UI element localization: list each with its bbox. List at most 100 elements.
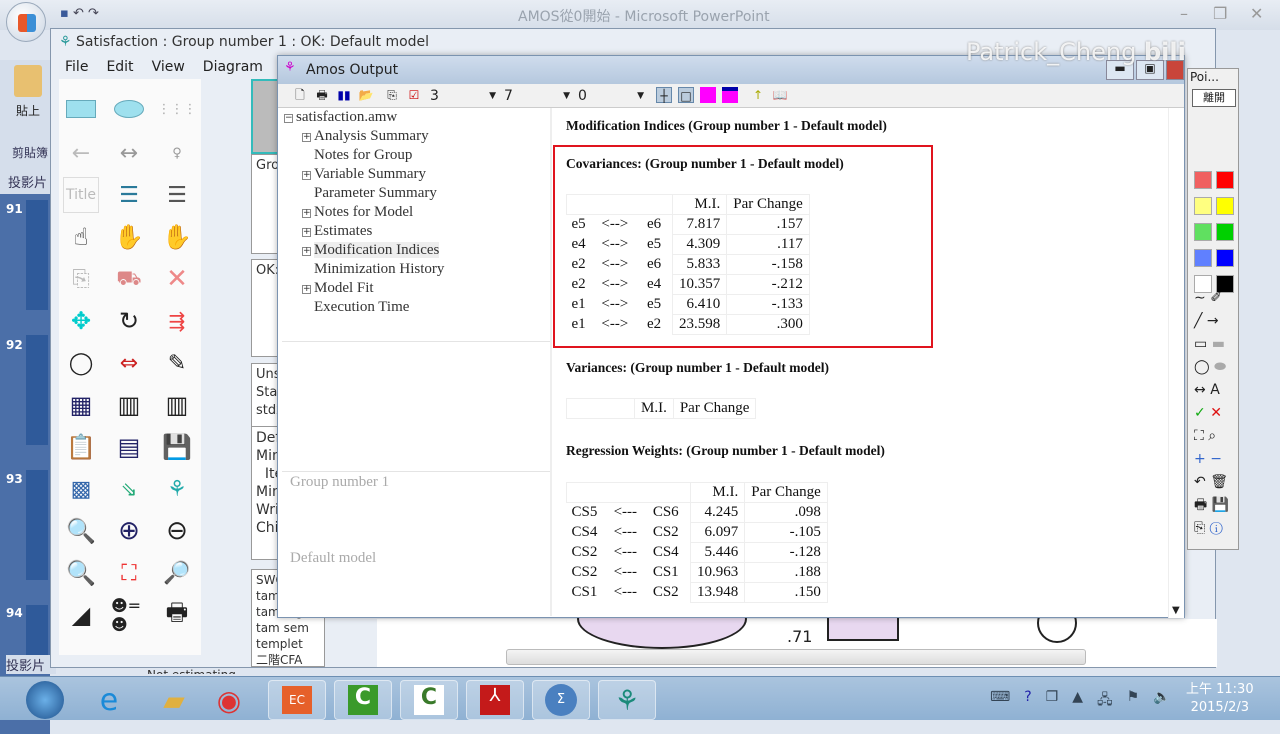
book-icon[interactable]: ▮▮ (336, 87, 352, 103)
save-icon[interactable]: 💾 (1212, 497, 1229, 513)
covariance-icon[interactable]: ↔ (111, 135, 147, 171)
start-button[interactable] (20, 680, 70, 720)
slides-tab-bottom[interactable]: 投影片 (6, 655, 56, 674)
deselect-icon[interactable]: ✋ (159, 219, 195, 255)
menu-view[interactable]: View (152, 59, 185, 75)
tree-item[interactable]: + Analysis Summary (284, 127, 550, 146)
table-color-icon[interactable] (722, 87, 738, 103)
plus-icon[interactable]: + (1194, 451, 1206, 467)
file-item[interactable]: 二階CFA (256, 652, 320, 666)
save-diagram-icon[interactable]: 💾 (159, 429, 195, 465)
copy-icon[interactable]: ⎘ (384, 87, 400, 103)
header-color-icon[interactable] (700, 87, 716, 103)
ink-color-swatch[interactable] (1194, 249, 1212, 267)
save-icon[interactable]: ▪ (60, 6, 69, 21)
duplicate-icon[interactable]: ⎘ (63, 261, 99, 297)
scroll-down-icon[interactable]: ▼ (1172, 605, 1180, 616)
multiple-group-icon[interactable]: ☻=☻ (111, 596, 147, 634)
ink-color-swatch[interactable] (1194, 171, 1212, 189)
move-icon[interactable]: ⛟ (111, 261, 147, 297)
bayesian-icon[interactable]: ◢ (63, 597, 99, 633)
line-icon[interactable]: ╱ (1194, 313, 1202, 329)
network-icon[interactable]: 🖧 (1097, 689, 1113, 713)
print-icon[interactable]: 🖶 (1194, 497, 1207, 513)
column-spacing-combo[interactable]: 0 ▼ (578, 86, 648, 106)
camtasia-icon[interactable]: C (334, 680, 392, 720)
window-icon[interactable]: ❐ (1046, 689, 1059, 713)
tree-item[interactable]: Minimization History (284, 260, 550, 279)
text-icon[interactable]: A (1210, 382, 1220, 398)
tree-root[interactable]: − satisfaction.amw (284, 108, 550, 127)
calculate-estimates-icon[interactable]: ▥ (159, 387, 195, 423)
decimals-combo[interactable]: 3 ▼ (430, 86, 500, 106)
view-text-icon[interactable]: ▤ (111, 429, 147, 465)
path-icon[interactable]: ← (63, 135, 99, 171)
zoom-in-icon[interactable]: ⊕ (111, 513, 147, 549)
ellipse-icon[interactable]: ◯ (1194, 359, 1210, 375)
file-item[interactable]: tam sem (256, 620, 320, 636)
ink-color-swatch[interactable] (1216, 223, 1234, 241)
check-icon[interactable]: ✓ (1194, 405, 1206, 421)
data-files-icon[interactable]: ▦ (63, 387, 99, 423)
volume-icon[interactable]: 🔈 (1153, 689, 1170, 713)
list-variables-icon[interactable]: ☰ (111, 177, 147, 213)
crop-icon[interactable]: ⛶ (1194, 428, 1204, 444)
loupe-icon[interactable]: 🔎 (159, 555, 195, 591)
copy-clipboard-icon[interactable]: 📋 (63, 429, 99, 465)
slides-tab[interactable]: 投影片 (8, 172, 47, 191)
drag-properties-icon[interactable]: ⇘ (111, 471, 147, 507)
rectangle-icon[interactable]: ▭ (1194, 336, 1207, 352)
object-properties-icon[interactable]: ▩ (63, 471, 99, 507)
draw-observed-icon[interactable] (63, 91, 99, 127)
draw-indicator-icon[interactable]: ⋮⋮⋮ (158, 91, 197, 127)
undo-icon[interactable]: ↶ (73, 6, 84, 21)
filled-rectangle-icon[interactable]: ▬ (1212, 336, 1225, 352)
zoom-page-icon[interactable]: 🔍 (63, 555, 99, 591)
chrome-icon[interactable]: ◉ (200, 680, 258, 720)
print-icon[interactable]: 🖶 (159, 597, 195, 633)
select-all-icon[interactable]: ✋ (111, 219, 147, 255)
tree-item-selected[interactable]: + Modification Indices (284, 241, 550, 260)
fit-page-icon[interactable]: ⛶ (111, 555, 147, 591)
open-icon[interactable]: 📂 (358, 87, 374, 103)
print-icon[interactable]: 🖶 (314, 87, 330, 103)
redo-icon[interactable]: ↷ (88, 6, 99, 21)
ink-color-swatch[interactable] (1216, 197, 1234, 215)
filled-ellipse-icon[interactable]: ⬬ (1214, 359, 1226, 375)
freehand-icon[interactable]: ∼ (1194, 290, 1206, 306)
paste-icon[interactable] (14, 65, 42, 97)
minus-icon[interactable]: − (1210, 451, 1222, 467)
tree-item[interactable]: + Estimates (284, 222, 550, 241)
options-icon[interactable]: ☑ (406, 87, 422, 103)
acrobat-icon[interactable]: ⅄ (466, 680, 524, 720)
model-selector[interactable]: Default model (290, 550, 376, 567)
group-selector[interactable]: Group number 1 (290, 474, 389, 491)
tree-item[interactable]: Execution Time (284, 298, 550, 317)
camtasia-recorder-icon[interactable]: C (400, 680, 458, 720)
print-preview-icon[interactable]: 🗋 (292, 87, 308, 103)
resize-icon[interactable]: ✥ (63, 303, 99, 339)
reflect-icon[interactable]: ⇶ (159, 303, 195, 339)
erase-icon[interactable]: ✕ (159, 261, 195, 297)
title-icon[interactable]: Title (63, 177, 99, 213)
double-arrow-icon[interactable]: ↔ (1194, 382, 1206, 398)
select-one-icon[interactable]: ☝ (63, 219, 99, 255)
zoom-select-icon[interactable]: 🔍 (63, 513, 99, 549)
column-width-combo[interactable]: 7 ▼ (504, 86, 574, 106)
trash-icon[interactable]: 🗑 (1210, 474, 1228, 490)
ink-color-swatch[interactable] (1194, 223, 1212, 241)
close-icon[interactable]: ✕ (1250, 4, 1263, 23)
eraser-icon[interactable]: ✐ (1210, 290, 1222, 306)
amos-task-icon[interactable]: ⚘ (598, 680, 656, 720)
clock[interactable]: 上午 11:30 2015/2/3 (1186, 681, 1254, 717)
tree-item[interactable]: + Model Fit (284, 279, 550, 298)
undo-icon[interactable]: ↶ (1194, 474, 1206, 490)
unique-variable-icon[interactable]: ♀ (159, 135, 195, 171)
ink-color-swatch[interactable] (1194, 197, 1212, 215)
tree-item[interactable]: Parameter Summary (284, 184, 550, 203)
menu-edit[interactable]: Edit (106, 59, 133, 75)
draw-unobserved-icon[interactable] (111, 91, 147, 127)
tree-item[interactable]: Notes for Group (284, 146, 550, 165)
rotate-icon[interactable]: ↻ (111, 303, 147, 339)
table-border-icon[interactable]: □ (678, 87, 694, 103)
